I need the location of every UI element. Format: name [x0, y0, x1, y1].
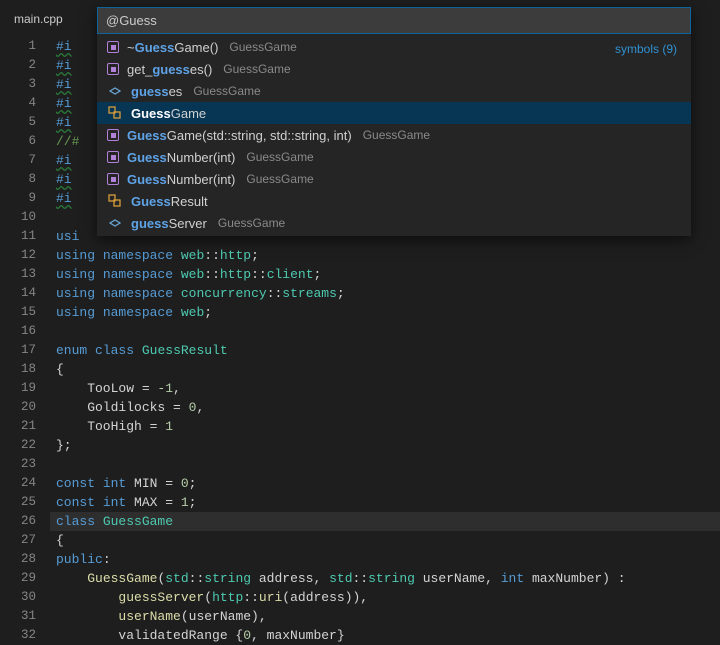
line-number: 3	[0, 75, 50, 94]
field-icon	[107, 83, 123, 99]
line-number: 20	[0, 398, 50, 417]
code-line[interactable]: using namespace web::http::client;	[50, 265, 720, 284]
line-number: 9	[0, 189, 50, 208]
symbol-detail: GuessGame	[193, 84, 260, 98]
symbol-label: guessServer	[131, 216, 207, 231]
code-line[interactable]: validatedRange {0, maxNumber}	[50, 626, 720, 645]
code-line[interactable]: public:	[50, 550, 720, 569]
line-number: 26	[0, 512, 50, 531]
symbol-detail: GuessGame	[246, 150, 313, 164]
line-number: 21	[0, 417, 50, 436]
symbol-result[interactable]: get_guesses() GuessGame	[97, 58, 691, 80]
line-number: 14	[0, 284, 50, 303]
code-line[interactable]: };	[50, 436, 720, 455]
code-line[interactable]: enum class GuessResult	[50, 341, 720, 360]
symbol-detail: GuessGame	[223, 62, 290, 76]
line-number-gutter: 1234567891011121314151617181920212223242…	[0, 35, 50, 640]
symbol-label: GuessResult	[131, 194, 208, 209]
line-number: 4	[0, 94, 50, 113]
code-line[interactable]: Goldilocks = 0,	[50, 398, 720, 417]
line-number: 27	[0, 531, 50, 550]
symbol-detail: GuessGame	[229, 40, 296, 54]
line-number: 15	[0, 303, 50, 322]
line-number: 28	[0, 550, 50, 569]
line-number: 25	[0, 493, 50, 512]
symbol-result[interactable]: ~GuessGame() GuessGame	[97, 36, 691, 58]
method-icon	[107, 129, 119, 141]
line-number: 29	[0, 569, 50, 588]
symbol-result[interactable]: GuessGame	[97, 102, 691, 124]
line-number: 16	[0, 322, 50, 341]
quick-open-palette: symbols (9) ~GuessGame()GuessGameget_gue…	[97, 7, 691, 236]
line-number: 32	[0, 626, 50, 645]
line-number: 17	[0, 341, 50, 360]
line-number: 13	[0, 265, 50, 284]
symbol-detail: GuessGame	[363, 128, 430, 142]
code-line[interactable]: const int MIN = 0;	[50, 474, 720, 493]
symbol-detail: GuessGame	[218, 216, 285, 230]
symbol-label: get_guesses()	[127, 62, 212, 77]
code-line[interactable]	[50, 455, 720, 474]
symbol-result[interactable]: GuessNumber(int) GuessGame	[97, 168, 691, 190]
method-icon	[107, 151, 119, 163]
symbol-result[interactable]: GuessGame(std::string, std::string, int)…	[97, 124, 691, 146]
symbol-label: ~GuessGame()	[127, 40, 218, 55]
line-number: 2	[0, 56, 50, 75]
code-line[interactable]: GuessGame(std::string address, std::stri…	[50, 569, 720, 588]
class-icon	[107, 193, 123, 209]
code-line[interactable]: userName(userName),	[50, 607, 720, 626]
method-icon	[107, 63, 119, 75]
symbol-label: GuessGame(std::string, std::string, int)	[127, 128, 352, 143]
line-number: 1	[0, 37, 50, 56]
symbol-label: guesses	[131, 84, 182, 99]
line-number: 11	[0, 227, 50, 246]
line-number: 23	[0, 455, 50, 474]
field-icon	[107, 215, 123, 231]
code-line[interactable]: using namespace web;	[50, 303, 720, 322]
code-line[interactable]: TooLow = -1,	[50, 379, 720, 398]
symbol-result[interactable]: guessServer GuessGame	[97, 212, 691, 234]
symbol-label: GuessGame	[131, 106, 206, 121]
line-number: 5	[0, 113, 50, 132]
line-number: 10	[0, 208, 50, 227]
code-line[interactable]: {	[50, 531, 720, 550]
symbol-result[interactable]: guesses GuessGame	[97, 80, 691, 102]
code-line[interactable]	[50, 322, 720, 341]
line-number: 22	[0, 436, 50, 455]
code-line[interactable]: guessServer(http::uri(address)),	[50, 588, 720, 607]
line-number: 6	[0, 132, 50, 151]
code-line[interactable]: class GuessGame	[50, 512, 720, 531]
class-icon	[107, 105, 123, 121]
line-number: 8	[0, 170, 50, 189]
line-number: 12	[0, 246, 50, 265]
symbol-result[interactable]: GuessNumber(int) GuessGame	[97, 146, 691, 168]
code-line[interactable]: const int MAX = 1;	[50, 493, 720, 512]
line-number: 19	[0, 379, 50, 398]
code-line[interactable]: TooHigh = 1	[50, 417, 720, 436]
symbol-search-input[interactable]	[97, 7, 691, 34]
line-number: 31	[0, 607, 50, 626]
symbol-detail: GuessGame	[246, 172, 313, 186]
method-icon	[107, 173, 119, 185]
tab-main-cpp[interactable]: main.cpp	[0, 4, 87, 35]
symbol-label: GuessNumber(int)	[127, 150, 235, 165]
line-number: 7	[0, 151, 50, 170]
symbol-results-list: symbols (9) ~GuessGame()GuessGameget_gue…	[97, 34, 691, 236]
method-icon	[107, 41, 119, 53]
line-number: 30	[0, 588, 50, 607]
line-number: 24	[0, 474, 50, 493]
symbols-count-badge: symbols (9)	[615, 42, 677, 56]
line-number: 18	[0, 360, 50, 379]
symbol-label: GuessNumber(int)	[127, 172, 235, 187]
code-line[interactable]: {	[50, 360, 720, 379]
code-line[interactable]: using namespace web::http;	[50, 246, 720, 265]
code-line[interactable]: using namespace concurrency::streams;	[50, 284, 720, 303]
symbol-result[interactable]: GuessResult	[97, 190, 691, 212]
